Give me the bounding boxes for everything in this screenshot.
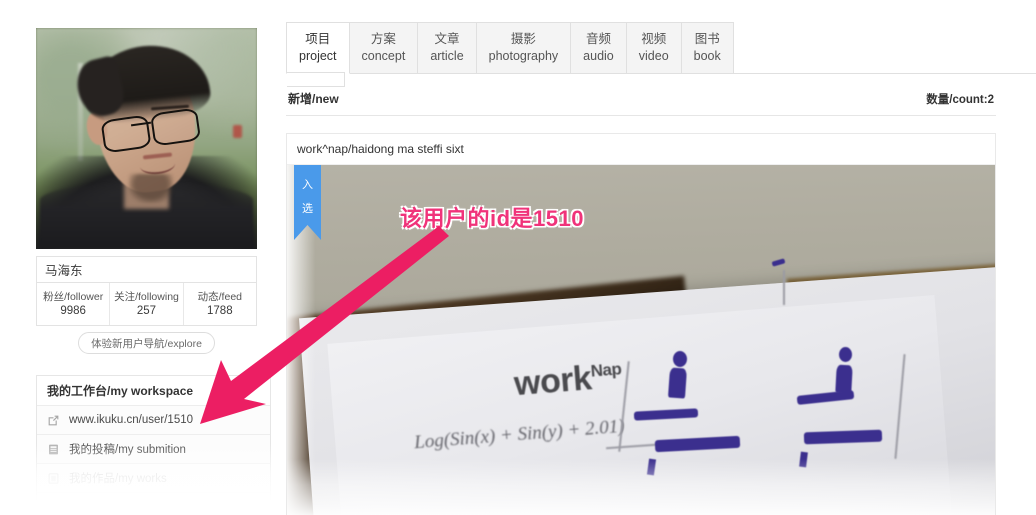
tab-photography[interactable]: 摄影 photography: [476, 22, 572, 74]
tab-label-en: video: [638, 48, 669, 63]
profile-name-text: 马海东: [45, 264, 83, 278]
workspace-item-my-connections[interactable]: 我的关注/my connections: [37, 493, 270, 515]
ribbon-label-1: 入: [302, 179, 313, 191]
project-card-title-text: work^nap/haidong ma steffi sixt: [297, 142, 464, 156]
poster-title-sup: Nap: [589, 359, 622, 381]
project-card-media[interactable]: workNap Log(Sin(x) + Sin(y) + 2.01) 入 选: [287, 165, 995, 515]
stat-value: 1788: [207, 304, 233, 317]
stat-label: 粉丝/follower: [43, 290, 104, 303]
stat-label: 动态/feed: [197, 290, 242, 303]
tab-label-cn: 文章: [434, 31, 460, 46]
workspace-item-label: 我的作品/my works: [69, 473, 167, 485]
tab-label-cn: 摄影: [510, 31, 536, 46]
stat-feed[interactable]: 动态/feed 1788: [184, 283, 256, 325]
tab-book[interactable]: 图书 book: [681, 22, 734, 74]
workspace-title-text: 我的工作台/my workspace: [47, 384, 194, 398]
tab-label-en: book: [693, 48, 721, 63]
new-items-bar: 新增/new 数量/count:2: [286, 82, 996, 116]
profile-name: 马海东: [36, 256, 257, 282]
profile-stats: 粉丝/follower 9986 关注/following 257 动态/fee…: [36, 282, 257, 326]
project-card-title: work^nap/haidong ma steffi sixt: [287, 134, 995, 165]
profile-sidebar: 马海东 粉丝/follower 9986 关注/following 257 动态…: [0, 0, 286, 515]
poster-title-text: work: [512, 359, 593, 404]
poster-figure-left-head: [672, 350, 687, 367]
link-icon: [48, 501, 59, 513]
tab-label-cn: 音频: [585, 31, 611, 46]
tab-label-en: concept: [361, 48, 406, 63]
workspace-item-label: 我的投稿/my submition: [69, 444, 186, 456]
content-area: 项目 project 方案 concept 文章 article 摄影 phot…: [286, 0, 1036, 515]
stat-value: 257: [136, 304, 157, 317]
tab-concept[interactable]: 方案 concept: [349, 22, 419, 74]
stat-follower[interactable]: 粉丝/follower 9986: [37, 283, 111, 325]
stat-following[interactable]: 关注/following 257: [110, 283, 184, 325]
document-icon: [49, 444, 58, 454]
poster-figure-left-torso: [668, 367, 688, 399]
tab-audio[interactable]: 音频 audio: [571, 22, 627, 74]
tab-article[interactable]: 文章 article: [418, 22, 477, 74]
tab-label-en: article: [430, 48, 464, 63]
tab-project[interactable]: 项目 project: [286, 22, 350, 74]
tab-label-cn: 视频: [641, 31, 667, 46]
workspace-item-my-submition[interactable]: 我的投稿/my submition: [37, 435, 270, 464]
poster-lamp: [771, 257, 786, 267]
new-label: 新增/new: [288, 92, 339, 106]
tab-label-en: project: [299, 48, 337, 63]
poster-lamp-pole: [782, 270, 785, 305]
workspace-item-label: www.ikuku.cn/user/1510: [69, 414, 194, 426]
workspace-item-profile-url[interactable]: www.ikuku.cn/user/1510: [37, 406, 270, 435]
ribbon-label-2: 选: [302, 203, 313, 215]
workspace-panel: 我的工作台/my workspace www.ikuku.cn/user/151…: [36, 375, 271, 515]
project-card[interactable]: work^nap/haidong ma steffi sixt workNap …: [286, 133, 996, 515]
explore-button-label: 体验新用户导航/explore: [91, 337, 202, 350]
tab-label-en: audio: [583, 48, 614, 63]
workspace-item-my-works[interactable]: 我的作品/my works: [37, 464, 270, 493]
category-tabs: 项目 project 方案 concept 文章 article 摄影 phot…: [286, 22, 734, 74]
tab-label-cn: 方案: [370, 31, 396, 46]
explore-button[interactable]: 体验新用户导航/explore: [78, 332, 215, 354]
photo-chin-shadow: [128, 173, 173, 203]
tab-label-cn: 项目: [305, 31, 331, 46]
tab-video[interactable]: 视频 video: [626, 22, 682, 74]
workspace-item-label: 我的关注/my connections: [69, 502, 199, 514]
copy-icon: [48, 472, 59, 484]
workspace-title: 我的工作台/my workspace: [37, 376, 270, 406]
stat-label: 关注/following: [114, 290, 179, 303]
external-link-icon: [48, 415, 59, 425]
stat-value: 9986: [60, 304, 86, 317]
avatar-photo: [36, 28, 257, 249]
poster-figure-right-torso: [834, 364, 853, 393]
poster-photo: workNap Log(Sin(x) + Sin(y) + 2.01): [287, 165, 995, 515]
avatar[interactable]: [36, 28, 257, 249]
tab-label-en: photography: [488, 48, 559, 63]
page-root: 马海东 粉丝/follower 9986 关注/following 257 动态…: [0, 0, 1036, 515]
tab-label-cn: 图书: [694, 31, 720, 46]
photo-red-spot: [232, 125, 242, 139]
count-label: 数量/count:2: [926, 93, 994, 106]
